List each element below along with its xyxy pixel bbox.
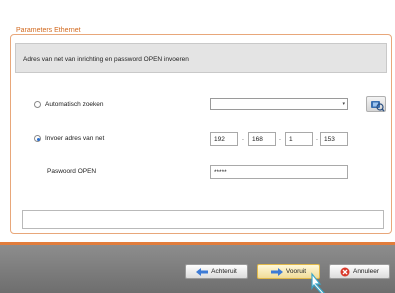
search-network-button[interactable] (366, 96, 386, 112)
arrow-right-icon (270, 267, 283, 276)
group-title: Parameters Ethernet (14, 27, 83, 34)
auto-search-radio[interactable] (34, 101, 41, 108)
ip-octet-4[interactable]: 153 (320, 132, 348, 146)
password-field[interactable]: ***** (210, 165, 348, 179)
info-text: Adres van net van inrichting en password… (23, 56, 189, 63)
ip-separator: . (242, 135, 244, 142)
ip-octet-1[interactable]: 192 (210, 132, 238, 146)
auto-search-label: Automatisch zoeken (45, 101, 104, 108)
pointer-cursor-icon (311, 272, 325, 293)
back-button-label: Achteruit (211, 268, 237, 275)
password-label: Paswoord OPEN (47, 168, 97, 175)
ip-separator: . (279, 135, 281, 142)
status-box (22, 210, 384, 229)
network-search-icon (371, 101, 385, 112)
dropdown-arrow-icon: ▾ (342, 101, 345, 107)
ethernet-settings-window: Parameters Ethernet Adres van net van in… (0, 0, 395, 293)
next-button-label: Vooruit (285, 268, 307, 275)
device-select[interactable]: ▾ (210, 98, 348, 110)
manual-address-radio[interactable] (34, 135, 41, 142)
back-button[interactable]: Achteruit (185, 264, 248, 279)
arrow-left-icon (196, 267, 209, 276)
cancel-button-label: Annuleer (352, 268, 380, 275)
ip-separator: . (316, 135, 318, 142)
ip-octet-3[interactable]: 1 (285, 132, 313, 146)
manual-address-label: Invoer adres van net (45, 135, 105, 142)
ip-octet-2[interactable]: 168 (248, 132, 276, 146)
